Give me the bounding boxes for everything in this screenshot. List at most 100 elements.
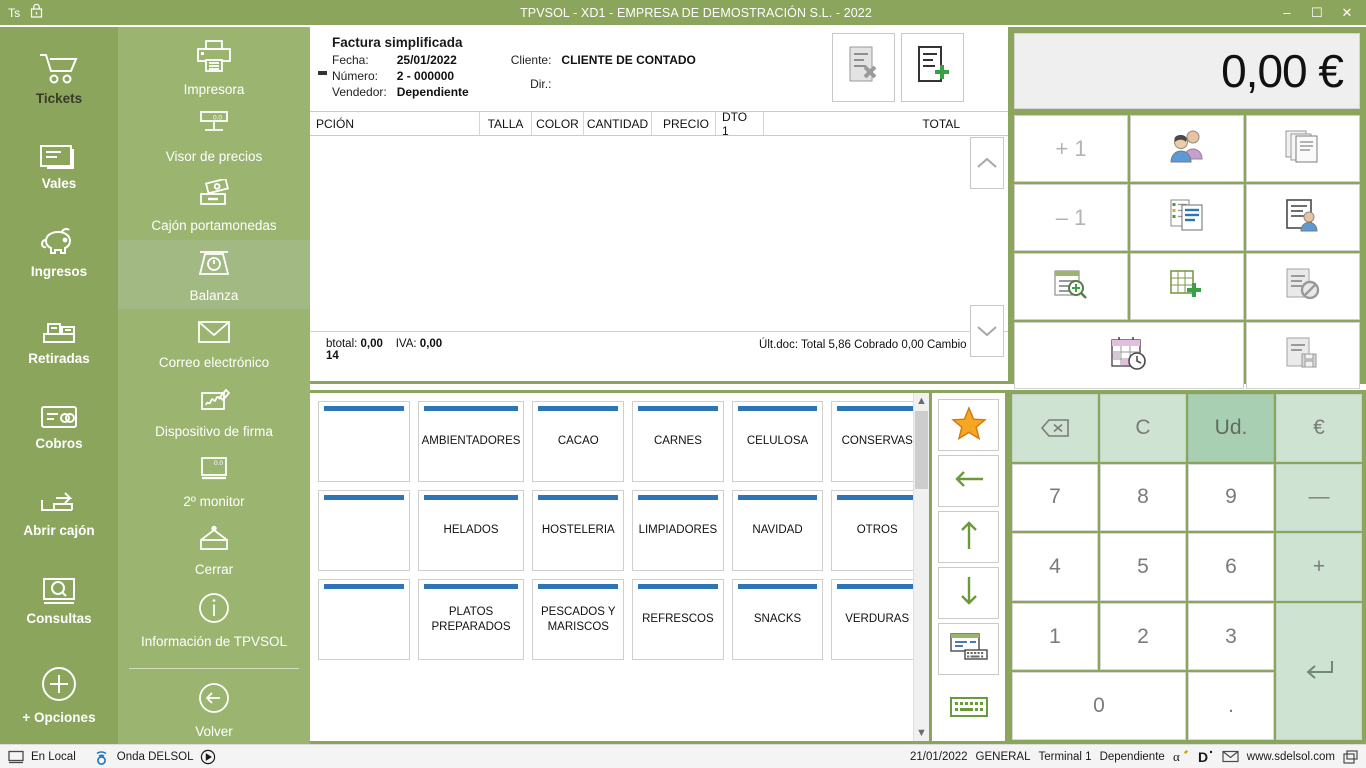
- customers-button[interactable]: [1130, 115, 1244, 182]
- scroll-up-button[interactable]: [938, 511, 999, 563]
- column-header-color[interactable]: COLOR: [532, 112, 584, 135]
- currency-key[interactable]: €: [1276, 394, 1362, 462]
- document-search-button[interactable]: [1014, 253, 1128, 320]
- submenu-item-informacion-tpvsol[interactable]: Información de TPVSOL: [118, 585, 310, 654]
- category-tile[interactable]: LIMPIADORES: [632, 490, 724, 571]
- clear-key[interactable]: C: [1100, 394, 1186, 462]
- category-tile[interactable]: CONSERVAS: [831, 401, 923, 482]
- column-header-total[interactable]: TOTAL: [764, 112, 966, 135]
- website-link[interactable]: www.sdelsol.com: [1247, 751, 1335, 763]
- sidebar-item-cobros[interactable]: Cobros: [0, 383, 118, 470]
- key-5[interactable]: 5: [1100, 533, 1186, 601]
- column-header-precio[interactable]: PRECIO: [652, 112, 716, 135]
- backspace-key[interactable]: [1012, 394, 1098, 462]
- column-header-descripcion[interactable]: PCIÓN: [310, 112, 480, 135]
- key-9[interactable]: 9: [1188, 463, 1274, 532]
- cancel-document-button[interactable]: [1246, 253, 1360, 320]
- key-6[interactable]: 6: [1188, 533, 1274, 601]
- category-tile[interactable]: PLATOS PREPARADOS: [417, 579, 525, 660]
- increment-quantity-button[interactable]: + 1: [1014, 115, 1128, 182]
- documents-stack-button[interactable]: [1246, 115, 1360, 182]
- plus-key[interactable]: +: [1276, 533, 1362, 601]
- alpha-icon[interactable]: α: [1173, 749, 1190, 764]
- pending-documents-button[interactable]: [1014, 322, 1244, 389]
- envelope-icon[interactable]: [1222, 750, 1239, 763]
- submenu-item-dispositivo-de-firma[interactable]: Dispositivo de firma: [118, 378, 310, 447]
- key-4[interactable]: 4: [1012, 533, 1098, 601]
- category-tile[interactable]: VERDURAS: [831, 579, 923, 660]
- column-header-cantidad[interactable]: CANTIDAD: [584, 112, 652, 135]
- submenu-item-2o-monitor[interactable]: 0.0 2º monitor: [118, 447, 310, 516]
- close-button[interactable]: ✕: [1332, 0, 1362, 25]
- vendedor-value[interactable]: Dependiente: [397, 85, 469, 99]
- sidebar-item-tickets[interactable]: Tickets: [0, 35, 118, 122]
- delsol-icon[interactable]: D: [1198, 749, 1214, 764]
- scroll-up-button[interactable]: [970, 137, 1004, 189]
- key-3[interactable]: 3: [1188, 602, 1274, 671]
- key-2[interactable]: 2: [1100, 602, 1186, 671]
- lock-icon[interactable]: [30, 3, 43, 23]
- category-tile[interactable]: OTROS: [831, 490, 923, 571]
- key-1[interactable]: 1: [1012, 602, 1098, 671]
- virtual-keyboard-button[interactable]: [938, 683, 999, 735]
- category-tile[interactable]: AMBIENTADORES: [417, 401, 525, 482]
- back-button[interactable]: [938, 455, 999, 507]
- document-customer-button[interactable]: [1246, 184, 1360, 251]
- new-document-button[interactable]: [901, 33, 964, 102]
- screen-keyboard-button[interactable]: [938, 623, 999, 675]
- submenu-item-balanza[interactable]: Balanza: [118, 240, 310, 309]
- column-header-dto1[interactable]: DTO 1: [716, 110, 764, 138]
- submenu-item-cerrar[interactable]: Cerrar: [118, 516, 310, 585]
- category-tile[interactable]: CELULOSA: [731, 401, 824, 482]
- column-header-talla[interactable]: TALLA: [480, 112, 532, 135]
- new-table-button[interactable]: [1130, 253, 1244, 320]
- sidebar-item-retiradas[interactable]: Retiradas: [0, 296, 118, 383]
- save-document-button[interactable]: [1246, 322, 1360, 389]
- submenu-item-visor-de-precios[interactable]: 0.0 Visor de precios: [118, 102, 310, 171]
- submenu-item-impresora[interactable]: Impresora: [118, 33, 310, 102]
- cliente-value[interactable]: CLIENTE DE CONTADO: [561, 53, 695, 75]
- items-table-body[interactable]: [310, 136, 1008, 332]
- dir-value[interactable]: [561, 77, 695, 99]
- minimize-button[interactable]: –: [1272, 0, 1302, 25]
- category-tile[interactable]: [318, 579, 410, 660]
- scrollbar-up-arrow[interactable]: ▲: [916, 393, 927, 409]
- maximize-button[interactable]: ☐: [1302, 0, 1332, 25]
- favorites-button[interactable]: [938, 399, 999, 451]
- key-8[interactable]: 8: [1100, 463, 1186, 532]
- sidebar-item-abrir-cajon[interactable]: Abrir cajón: [0, 470, 118, 557]
- category-tile[interactable]: HELADOS: [417, 490, 525, 571]
- submenu-item-correo-electronico[interactable]: Correo electrónico: [118, 309, 310, 378]
- play-circle-icon[interactable]: [200, 749, 216, 765]
- scroll-down-button[interactable]: [970, 305, 1004, 357]
- numero-value[interactable]: 2 - 000000: [397, 69, 469, 83]
- fecha-value[interactable]: 25/01/2022: [397, 53, 469, 67]
- key-7[interactable]: 7: [1012, 463, 1098, 532]
- category-tile[interactable]: HOSTELERIA: [532, 490, 625, 571]
- delete-document-button[interactable]: [832, 33, 895, 102]
- sidebar-item-opciones[interactable]: + Opciones: [0, 657, 118, 744]
- category-tile[interactable]: SNACKS: [731, 579, 824, 660]
- enter-key[interactable]: [1276, 602, 1362, 740]
- decrement-quantity-button[interactable]: – 1: [1014, 184, 1128, 251]
- category-tile[interactable]: CACAO: [532, 401, 625, 482]
- category-tile[interactable]: NAVIDAD: [731, 490, 824, 571]
- sidebar-item-vales[interactable]: Vales: [0, 122, 118, 209]
- decimal-key[interactable]: .: [1188, 672, 1274, 740]
- scrollbar-thumb[interactable]: [915, 411, 928, 489]
- scroll-down-button[interactable]: [938, 567, 999, 619]
- submenu-item-volver[interactable]: Volver: [118, 675, 310, 744]
- submenu-item-cajon-portamonedas[interactable]: Cajón portamonedas: [118, 171, 310, 240]
- minus-key[interactable]: —: [1276, 463, 1362, 532]
- sidebar-item-ingresos[interactable]: Ingresos: [0, 209, 118, 296]
- scrollbar-down-arrow[interactable]: ▼: [916, 725, 927, 741]
- window-icon[interactable]: [1343, 749, 1358, 764]
- document-list-button[interactable]: [1130, 184, 1244, 251]
- units-key[interactable]: Ud.: [1188, 394, 1274, 462]
- category-tile[interactable]: CARNES: [632, 401, 724, 482]
- category-tile[interactable]: [318, 490, 410, 571]
- category-tile[interactable]: [318, 401, 410, 482]
- category-tile[interactable]: REFRESCOS: [632, 579, 724, 660]
- category-tile[interactable]: PESCADOS Y MARISCOS: [532, 579, 625, 660]
- sidebar-item-consultas[interactable]: Consultas: [0, 557, 118, 644]
